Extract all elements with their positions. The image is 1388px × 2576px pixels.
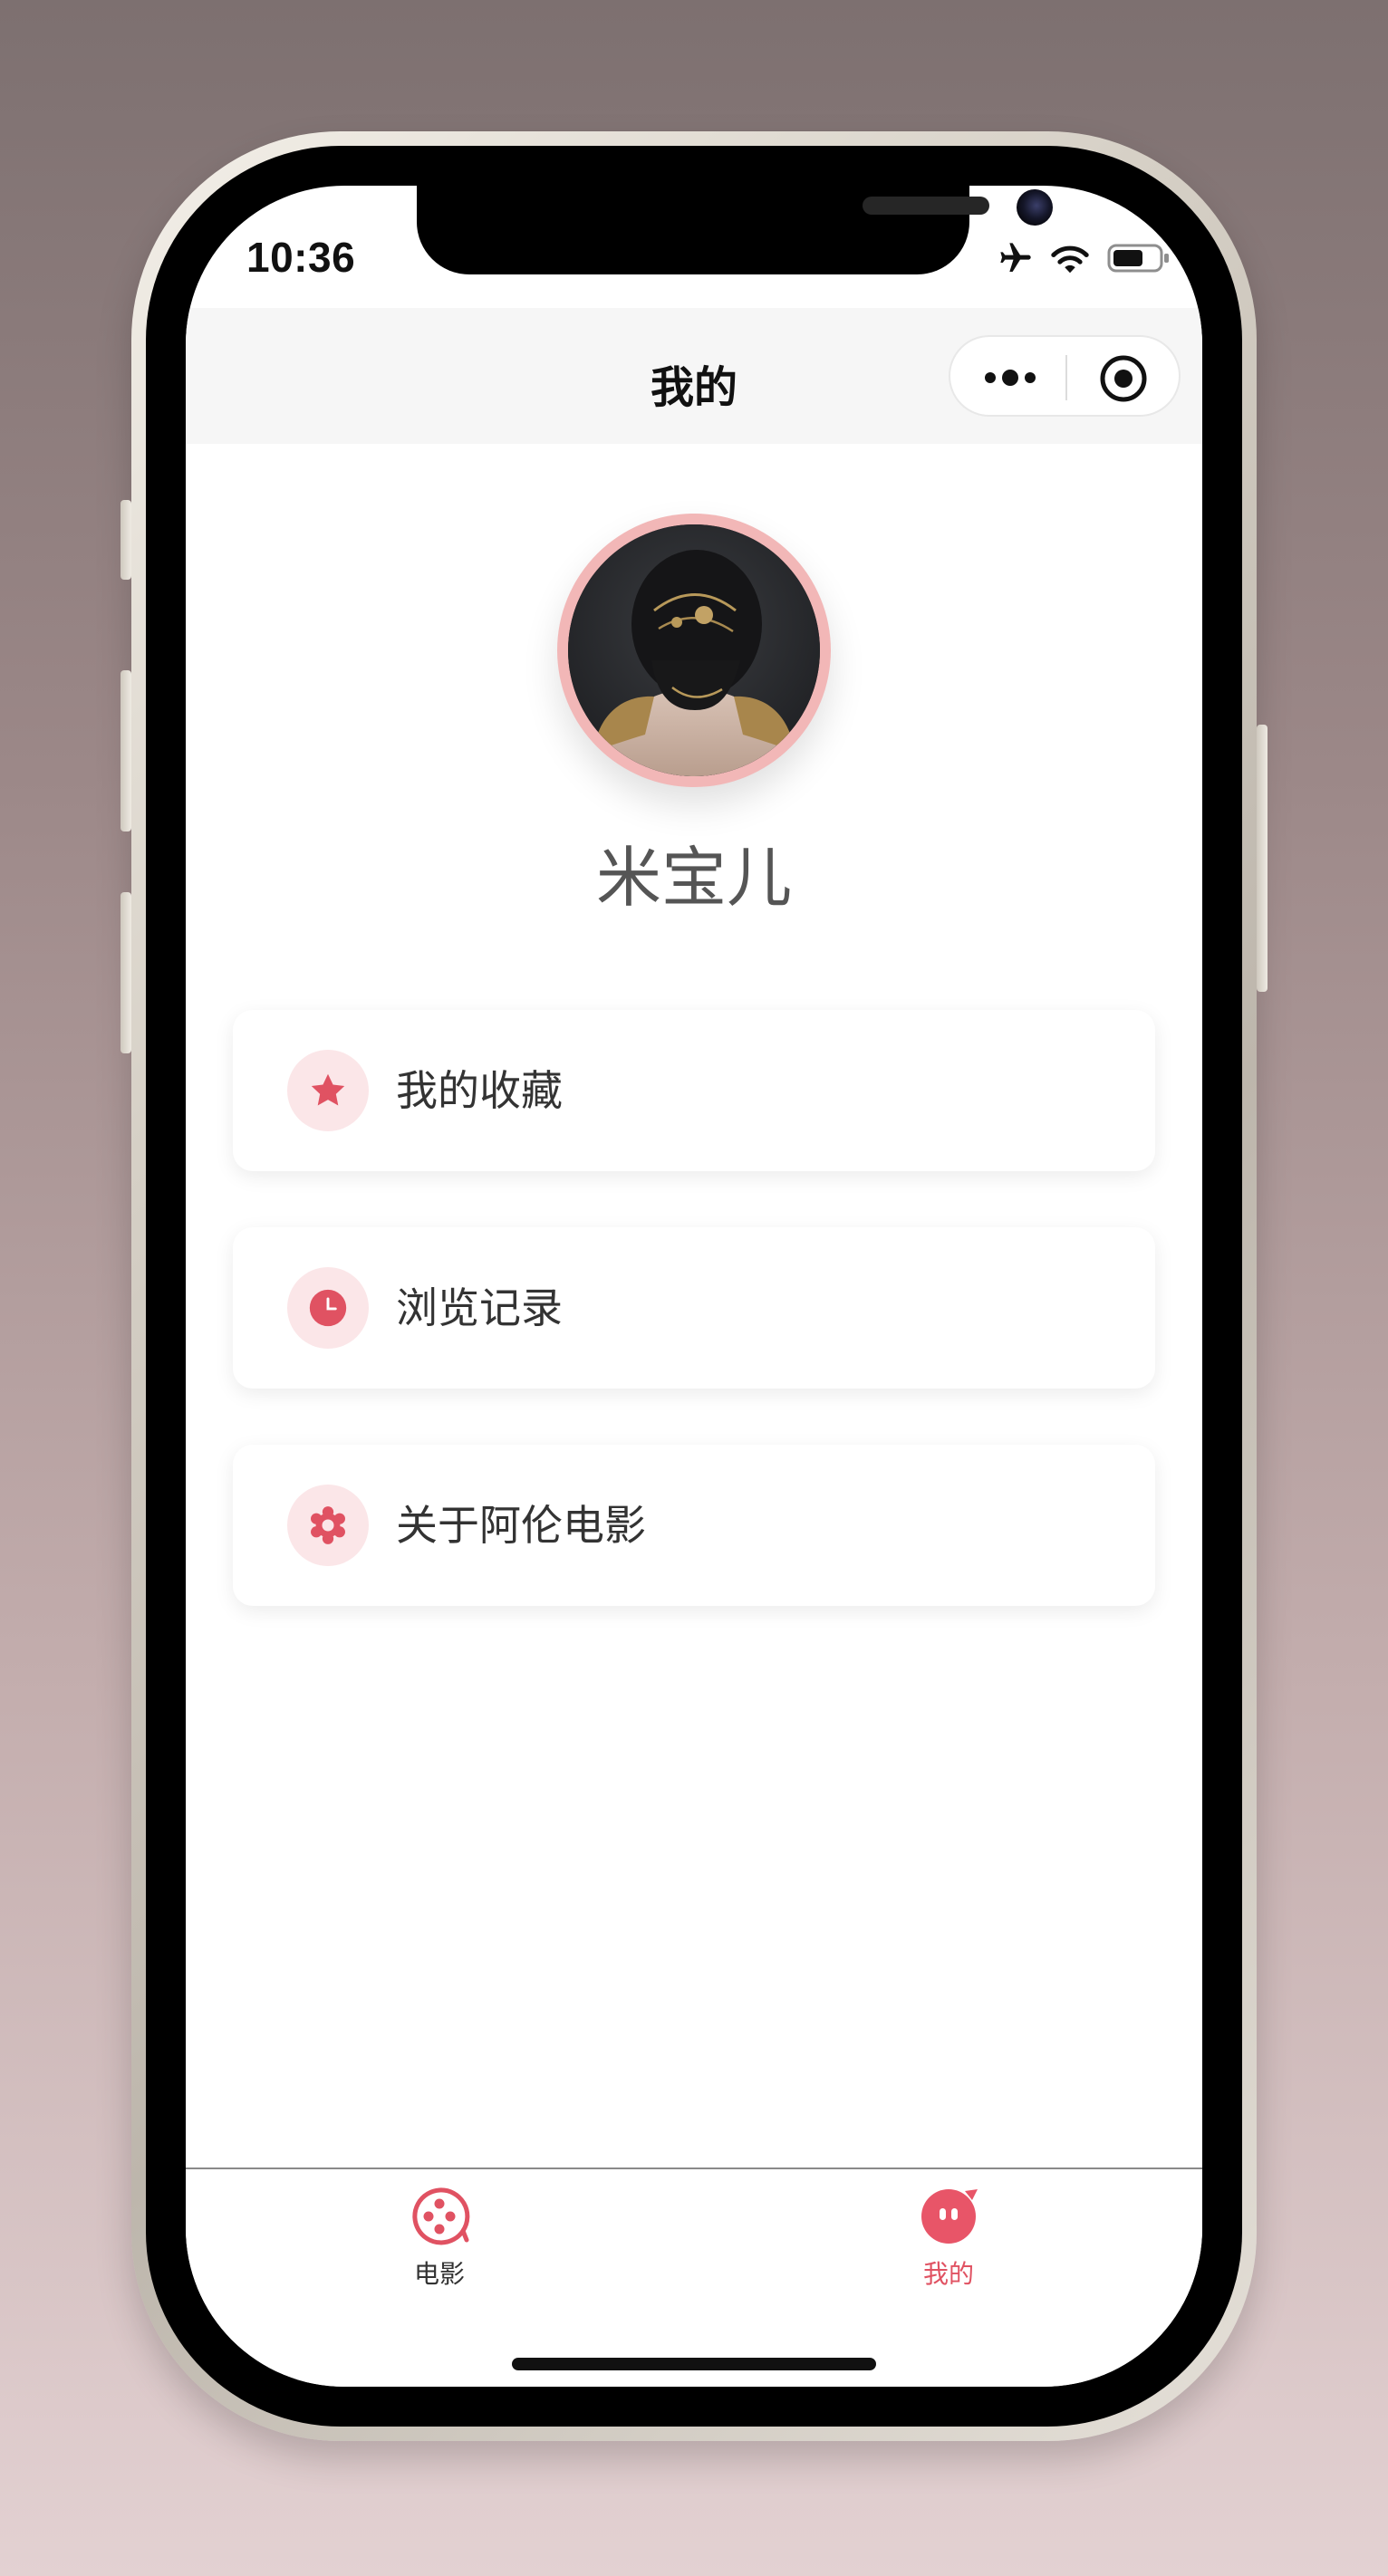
screen: 10:36 我的 米宝儿 我的收藏 浏览记录 关于阿伦电影 电影 我的 (186, 186, 1202, 2387)
tab-label-movies: 电影 (413, 2259, 465, 2289)
menu-item-history[interactable]: 浏览记录 (233, 1227, 1155, 1389)
menu-label-about: 关于阿伦电影 (396, 1501, 646, 1550)
film-reel-icon (409, 2186, 470, 2247)
power-button (1257, 725, 1268, 992)
volume-up-button (120, 670, 131, 831)
menu-label-favorites: 我的收藏 (396, 1066, 563, 1115)
avatar[interactable] (568, 524, 820, 776)
username: 米宝儿 (595, 840, 792, 916)
avatar-ring[interactable] (557, 514, 831, 787)
front-camera (1017, 189, 1053, 226)
menu-item-favorites[interactable]: 我的收藏 (233, 1010, 1155, 1171)
volume-down-button (120, 892, 131, 1053)
more-options-icon[interactable] (983, 362, 1037, 393)
menu-item-about[interactable]: 关于阿伦电影 (233, 1445, 1155, 1606)
star-icon (287, 1050, 369, 1131)
capsule-divider (1065, 355, 1067, 400)
mute-switch (120, 500, 131, 580)
wifi-icon (1049, 240, 1091, 276)
navigation-bar: 我的 (186, 308, 1202, 444)
home-indicator (512, 2358, 876, 2370)
speaker (863, 197, 989, 215)
battery-icon (1107, 242, 1171, 274)
status-icons (995, 240, 1171, 276)
tab-label-mine: 我的 (922, 2259, 974, 2289)
tab-mine[interactable]: 我的 (858, 2186, 1039, 2291)
tab-movies[interactable]: 电影 (349, 2186, 530, 2291)
tab-bar: 电影 我的 (186, 2167, 1202, 2387)
close-program-icon[interactable] (1098, 353, 1149, 404)
profile-bubble-icon (918, 2186, 979, 2247)
gear-icon (287, 1485, 369, 1566)
mini-program-capsule (949, 335, 1181, 417)
notch (417, 186, 1053, 274)
clock-icon (287, 1267, 369, 1349)
status-time: 10:36 (246, 234, 356, 281)
airplane-icon (995, 240, 1036, 276)
menu-label-history: 浏览记录 (396, 1283, 563, 1332)
